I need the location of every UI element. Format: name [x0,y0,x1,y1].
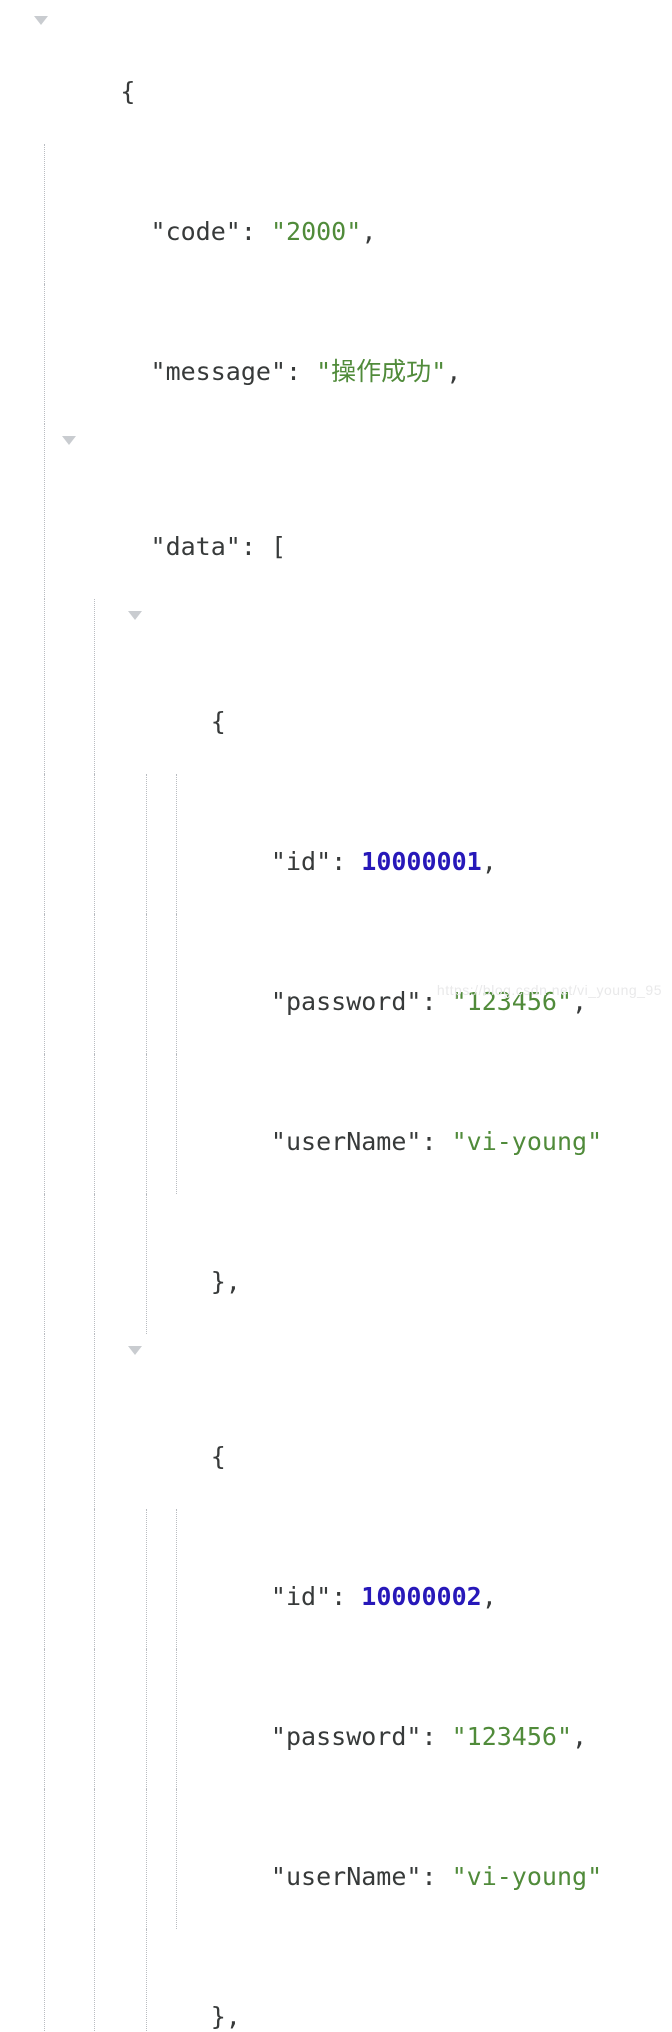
array-item-close: }, [0,1929,672,2032]
chevron-down-icon[interactable] [34,16,48,25]
property-data-open: "data": [ [0,424,672,599]
chevron-down-icon[interactable] [128,611,142,620]
array-item-close: }, [0,1194,672,1334]
property-password: "password": "123456", [0,1649,672,1789]
property-userName: "userName": "vi-young" [0,1054,672,1194]
value-id: 10000001 [361,847,481,876]
key-message: message [166,357,271,386]
json-viewer: { "code": "2000", "message": "操作成功", "da… [0,0,672,2032]
key-data: data [166,532,226,561]
value-userName: vi-young [467,1127,587,1156]
object-open: { [0,4,672,144]
watermark: https://blog.csdn.net/vi_young_95 [437,973,662,1008]
array-item-open: { [0,1334,672,1509]
chevron-down-icon[interactable] [62,436,76,445]
property-id: "id": 10000001, [0,774,672,914]
property-message: "message": "操作成功", [0,284,672,424]
chevron-down-icon[interactable] [128,1346,142,1355]
property-id: "id": 10000002, [0,1509,672,1649]
key-code: code [166,217,226,246]
property-code: "code": "2000", [0,144,672,284]
brace-open: { [60,77,135,106]
value-code: 2000 [286,217,346,246]
property-userName: "userName": "vi-young" [0,1789,672,1929]
value-message: 操作成功 [331,357,431,386]
array-item-open: { [0,599,672,774]
